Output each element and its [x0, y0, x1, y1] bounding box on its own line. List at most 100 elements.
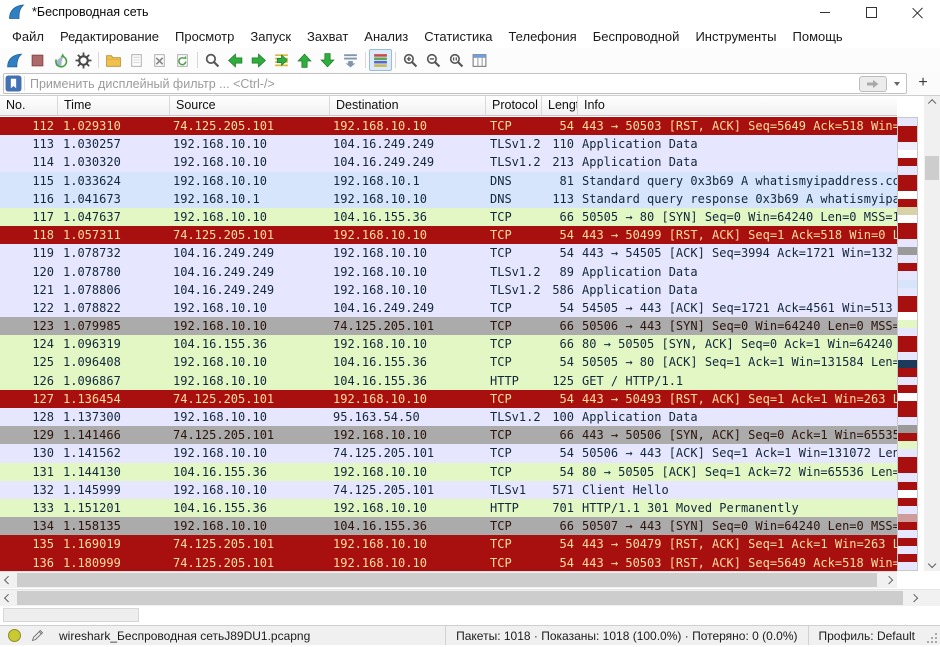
menu-item-help[interactable]: Помощь	[785, 26, 851, 47]
capture-options-button[interactable]	[72, 49, 95, 71]
scroll-up-button[interactable]	[924, 96, 940, 110]
horizontal-scrollbar-thumb[interactable]	[17, 573, 877, 587]
profile-selector[interactable]: Профиль: Default	[809, 629, 926, 643]
wireshark-logo-icon	[8, 3, 26, 21]
packet-list-horizontal-scrollbar[interactable]	[0, 571, 897, 588]
packet-row-131[interactable]: 1311.144130104.16.155.36192.168.10.10TCP…	[0, 463, 897, 481]
resize-grip-icon[interactable]	[925, 631, 938, 644]
packet-row-119[interactable]: 1191.078732104.16.249.249192.168.10.10TC…	[0, 244, 897, 262]
column-header-time[interactable]: Time	[58, 96, 170, 115]
column-header-no[interactable]: No.	[0, 96, 58, 115]
scroll-left-button[interactable]	[0, 572, 16, 588]
packet-cell-no: 131	[0, 463, 58, 481]
restart-capture-button[interactable]	[49, 49, 72, 71]
go-last-packet-button[interactable]	[316, 49, 339, 71]
packet-row-132[interactable]: 1321.145999192.168.10.1074.125.205.101TL…	[0, 481, 897, 499]
packet-row-115[interactable]: 1151.033624192.168.10.10192.168.10.1DNS8…	[0, 172, 897, 190]
expert-info-icon[interactable]	[8, 629, 21, 642]
packet-row-117[interactable]: 1171.047637192.168.10.10104.16.155.36TCP…	[0, 208, 897, 226]
minimap-stripe	[898, 304, 917, 312]
scroll-right-button[interactable]	[906, 590, 922, 606]
packet-row-136[interactable]: 1361.18099974.125.205.101192.168.10.10TC…	[0, 554, 897, 572]
open-file-button[interactable]	[102, 49, 125, 71]
find-packet-button[interactable]	[201, 49, 224, 71]
go-forward-button[interactable]	[247, 49, 270, 71]
menu-item-go[interactable]: Запуск	[242, 26, 299, 47]
packet-row-127[interactable]: 1271.13645474.125.205.101192.168.10.10TC…	[0, 390, 897, 408]
packet-row-130[interactable]: 1301.141562192.168.10.1074.125.205.101TC…	[0, 444, 897, 462]
packet-row-125[interactable]: 1251.096408192.168.10.10104.16.155.36TCP…	[0, 353, 897, 371]
packet-row-116[interactable]: 1161.041673192.168.10.1192.168.10.10DNS1…	[0, 190, 897, 208]
packet-row-134[interactable]: 1341.158135192.168.10.10104.16.155.36TCP…	[0, 517, 897, 535]
capture-comment-icon[interactable]	[30, 628, 45, 643]
packet-row-118[interactable]: 1181.05731174.125.205.101192.168.10.10TC…	[0, 226, 897, 244]
packet-row-123[interactable]: 1231.079985192.168.10.1074.125.205.101TC…	[0, 317, 897, 335]
packet-row-128[interactable]: 1281.137300192.168.10.1095.163.54.50TLSv…	[0, 408, 897, 426]
auto-scroll-button[interactable]	[339, 49, 362, 71]
menu-item-capture[interactable]: Захват	[299, 26, 356, 47]
packet-row-135[interactable]: 1351.16901974.125.205.101192.168.10.10TC…	[0, 535, 897, 553]
menu-item-file[interactable]: Файл	[4, 26, 52, 47]
display-filter-input[interactable]	[25, 77, 859, 91]
menu-item-view[interactable]: Просмотр	[167, 26, 242, 47]
go-first-packet-button[interactable]	[293, 49, 316, 71]
packet-row-112[interactable]: 1121.02931074.125.205.101192.168.10.10TC…	[0, 117, 897, 135]
intelligent-scrollbar-minimap[interactable]	[897, 117, 918, 571]
packet-cell-protocol: TCP	[486, 554, 542, 572]
menu-item-analyze[interactable]: Анализ	[356, 26, 416, 47]
packet-row-120[interactable]: 1201.078780104.16.249.249192.168.10.10TL…	[0, 263, 897, 281]
filter-dropdown-button[interactable]	[890, 75, 904, 92]
lower-horizontal-scrollbar[interactable]	[0, 589, 940, 606]
minimap-stripe	[898, 393, 917, 401]
maximize-button[interactable]	[848, 0, 894, 25]
zoom-in-button[interactable]	[399, 49, 422, 71]
go-to-packet-button[interactable]	[270, 49, 293, 71]
save-file-button[interactable]	[125, 49, 148, 71]
packet-cell-source: 74.125.205.101	[170, 535, 330, 553]
collapsed-pane-scrollbar[interactable]	[3, 608, 139, 622]
minimize-button[interactable]	[802, 0, 848, 25]
column-header-length[interactable]: Length	[542, 96, 578, 115]
scroll-down-button[interactable]	[924, 557, 940, 571]
packet-cell-info: Application Data	[578, 263, 897, 281]
vertical-scrollbar-thumb[interactable]	[925, 156, 939, 180]
display-filter-field[interactable]	[3, 73, 907, 94]
zoom-original-button[interactable]	[445, 49, 468, 71]
resize-columns-button[interactable]	[468, 49, 491, 71]
column-header-source[interactable]: Source	[170, 96, 330, 115]
column-header-info[interactable]: Info	[578, 96, 897, 115]
packet-row-122[interactable]: 1221.078822192.168.10.10104.16.249.249TC…	[0, 299, 897, 317]
apply-filter-button[interactable]	[859, 76, 887, 92]
reload-file-button[interactable]	[171, 49, 194, 71]
horizontal-scrollbar-thumb[interactable]	[17, 591, 903, 605]
packet-row-124[interactable]: 1241.096319104.16.155.36192.168.10.10TCP…	[0, 335, 897, 353]
close-button[interactable]	[894, 0, 940, 25]
menu-item-tools[interactable]: Инструменты	[687, 26, 784, 47]
menu-item-wireless[interactable]: Беспроводной	[585, 26, 688, 47]
packet-row-133[interactable]: 1331.151201104.16.155.36192.168.10.10HTT…	[0, 499, 897, 517]
zoom-out-button[interactable]	[422, 49, 445, 71]
vertical-scrollbar[interactable]	[924, 96, 940, 571]
add-filter-button[interactable]: +	[911, 74, 935, 92]
stop-capture-button[interactable]	[26, 49, 49, 71]
scroll-right-button[interactable]	[881, 572, 897, 588]
scroll-left-button[interactable]	[0, 590, 16, 606]
packet-cell-destination: 95.163.54.50	[330, 408, 486, 426]
menu-item-telephony[interactable]: Телефония	[500, 26, 584, 47]
filter-bookmark-icon[interactable]	[5, 75, 22, 92]
packet-row-113[interactable]: 1131.030257192.168.10.10104.16.249.249TL…	[0, 135, 897, 153]
packet-cell-destination: 192.168.10.10	[330, 226, 486, 244]
start-capture-button[interactable]	[3, 49, 26, 71]
menu-item-edit[interactable]: Редактирование	[52, 26, 167, 47]
packet-row-121[interactable]: 1211.078806104.16.249.249192.168.10.10TL…	[0, 281, 897, 299]
column-header-protocol[interactable]: Protocol	[486, 96, 542, 115]
go-back-button[interactable]	[224, 49, 247, 71]
colorize-packets-button[interactable]	[369, 49, 392, 71]
column-header-destination[interactable]: Destination	[330, 96, 486, 115]
packet-row-126[interactable]: 1261.096867192.168.10.10104.16.155.36HTT…	[0, 372, 897, 390]
close-file-button[interactable]	[148, 49, 171, 71]
packet-cell-info: 443 → 50479 [RST, ACK] Seq=1 Ack=1 Win=2…	[578, 535, 897, 553]
menu-item-statistics[interactable]: Статистика	[416, 26, 500, 47]
packet-row-129[interactable]: 1291.14146674.125.205.101192.168.10.10TC…	[0, 426, 897, 444]
packet-row-114[interactable]: 1141.030320192.168.10.10104.16.249.249TL…	[0, 153, 897, 171]
